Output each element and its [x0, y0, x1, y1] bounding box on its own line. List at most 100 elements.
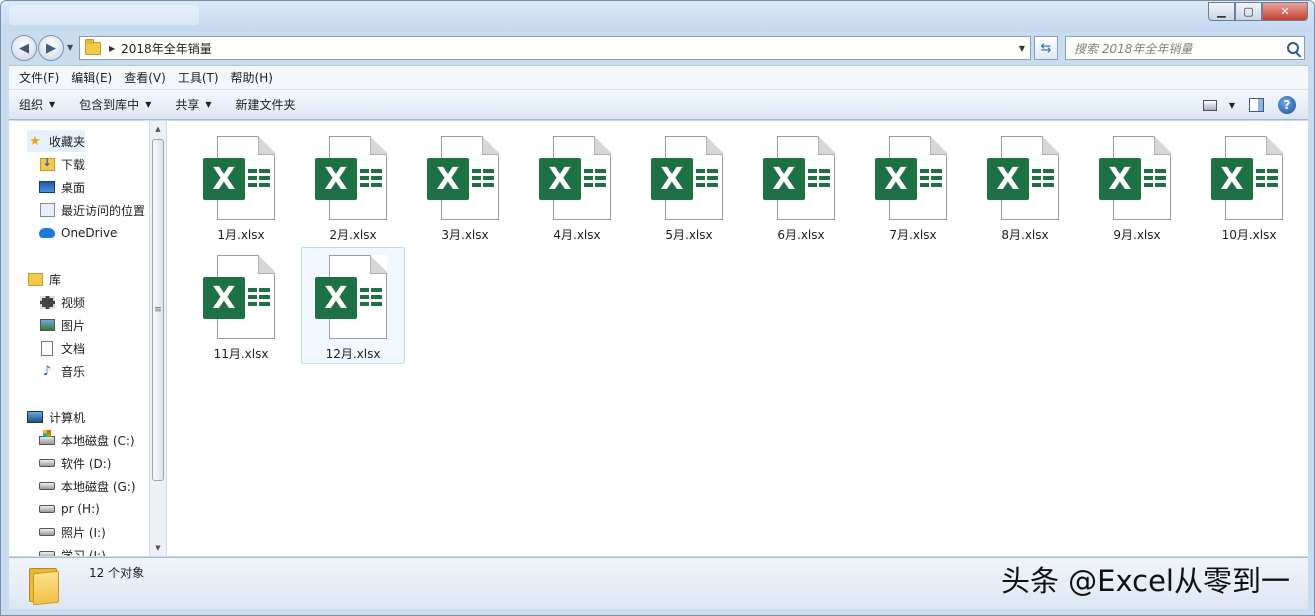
scrollbar-thumb[interactable]: ≡	[152, 139, 164, 481]
nav-downloads[interactable]: 下载	[39, 153, 85, 175]
file-name: 3月.xlsx	[441, 228, 489, 242]
back-button[interactable]: ◀	[11, 35, 37, 61]
computer-icon	[27, 409, 43, 425]
file-item[interactable]: X 6月.xlsx	[749, 128, 853, 245]
excel-badge: X	[427, 158, 469, 200]
file-name: 1月.xlsx	[217, 228, 265, 242]
excel-file-icon: X	[1099, 136, 1175, 220]
excel-badge: X	[987, 158, 1029, 200]
caret-down-icon: ▼	[49, 100, 56, 109]
system-drive-icon	[39, 429, 55, 448]
nav-drive-c[interactable]: 本地磁盘 (C:)	[39, 429, 135, 451]
nav-onedrive[interactable]: OneDrive	[39, 222, 117, 244]
file-item[interactable]: X 8月.xlsx	[973, 128, 1077, 245]
search-icon[interactable]	[1287, 42, 1299, 54]
file-item[interactable]: X 11月.xlsx	[189, 247, 293, 364]
nav-drive-h[interactable]: pr (H:)	[39, 498, 100, 520]
excel-file-icon: X	[203, 136, 279, 220]
window-controls: ▁ ▢ ✕	[1208, 2, 1308, 21]
nav-drive-i[interactable]: 照片 (I:)	[39, 521, 106, 543]
excel-file-icon: X	[427, 136, 503, 220]
view-icon	[1202, 99, 1217, 111]
folder-icon	[85, 38, 101, 55]
excel-badge: X	[875, 158, 917, 200]
nav-computer[interactable]: 计算机	[27, 406, 85, 428]
nav-pictures[interactable]: 图片	[39, 314, 85, 336]
title-bar: ▁ ▢ ✕	[1, 1, 1314, 31]
excel-file-icon: X	[315, 136, 391, 220]
nav-drive-d[interactable]: 软件 (D:)	[39, 452, 111, 474]
nav-drive-j[interactable]: 学习 (J:)	[39, 544, 106, 556]
nav-recent-places[interactable]: 最近访问的位置	[39, 199, 145, 221]
address-bar[interactable]: ▶ 2018年全年销量 ▼	[79, 36, 1031, 60]
scroll-up-icon[interactable]: ▲	[150, 121, 166, 137]
excel-file-icon: X	[1211, 136, 1287, 220]
help-icon[interactable]: ?	[1278, 96, 1296, 114]
nav-videos[interactable]: 视频	[39, 291, 85, 313]
menu-edit[interactable]: 编辑(E)	[65, 69, 118, 86]
breadcrumb-chevron-icon[interactable]: ▶	[109, 44, 115, 53]
scroll-down-icon[interactable]: ▼	[150, 540, 166, 556]
nav-documents[interactable]: 文档	[39, 337, 85, 359]
nav-desktop[interactable]: 桌面	[39, 176, 85, 198]
change-view-button[interactable]: ▼	[1202, 99, 1235, 111]
breadcrumb[interactable]: 2018年全年销量	[121, 40, 212, 57]
file-item[interactable]: X 12月.xlsx	[301, 247, 405, 364]
nav-music[interactable]: ♪ 音乐	[39, 360, 85, 382]
video-icon	[39, 294, 55, 310]
address-dropdown-icon[interactable]: ▼	[1014, 44, 1030, 53]
file-item[interactable]: X 2月.xlsx	[301, 128, 405, 245]
picture-icon	[39, 317, 55, 333]
nav-pictures-label: 图片	[61, 318, 86, 333]
status-bar: 12 个对象 头条 @Excel从零到一	[9, 557, 1308, 609]
arrow-left-icon: ◀	[19, 40, 29, 56]
nav-drive-j-label: 学习 (J:)	[61, 548, 106, 557]
menu-file[interactable]: 文件(F)	[13, 69, 65, 86]
watermark: 头条 @Excel从零到一	[1000, 564, 1290, 598]
file-item[interactable]: X 3月.xlsx	[413, 128, 517, 245]
file-item[interactable]: X 10月.xlsx	[1197, 128, 1301, 245]
minimize-button[interactable]: ▁	[1208, 2, 1235, 21]
refresh-button[interactable]: ⇆	[1034, 36, 1058, 60]
search-input[interactable]: 搜索 2018年全年销量	[1065, 36, 1305, 60]
nav-libraries[interactable]: 库	[27, 268, 61, 290]
file-item[interactable]: X 4月.xlsx	[525, 128, 629, 245]
nav-videos-label: 视频	[61, 295, 86, 310]
nav-drive-h-label: pr (H:)	[61, 502, 100, 516]
file-item[interactable]: X 9月.xlsx	[1085, 128, 1189, 245]
command-bar-right: ▼ ?	[1202, 96, 1296, 114]
include-in-library-button[interactable]: 包含到库中 ▼	[79, 96, 151, 113]
excel-badge: X	[1099, 158, 1141, 200]
library-icon	[27, 271, 43, 287]
nav-drive-d-label: 软件 (D:)	[61, 456, 112, 471]
menu-view[interactable]: 查看(V)	[118, 69, 172, 86]
nav-favorites[interactable]: ★ 收藏夹	[27, 130, 86, 152]
organize-button[interactable]: 组织 ▼	[19, 96, 55, 113]
forward-button[interactable]: ▶	[38, 35, 64, 61]
history-dropdown-icon[interactable]: ▼	[67, 43, 73, 52]
preview-pane-icon[interactable]	[1249, 98, 1264, 112]
command-bar: 组织 ▼ 包含到库中 ▼ 共享 ▼ 新建文件夹 ▼ ?	[9, 89, 1308, 120]
excel-file-icon: X	[203, 255, 279, 339]
excel-file-icon: X	[539, 136, 615, 220]
excel-badge: X	[539, 158, 581, 200]
file-item[interactable]: X 7月.xlsx	[861, 128, 965, 245]
nav-downloads-label: 下载	[61, 157, 86, 172]
file-item[interactable]: X 1月.xlsx	[189, 128, 293, 245]
nav-music-label: 音乐	[61, 364, 86, 379]
include-in-library-label: 包含到库中	[79, 98, 140, 112]
organize-label: 组织	[19, 98, 44, 112]
share-button[interactable]: 共享 ▼	[175, 96, 211, 113]
file-item[interactable]: X 5月.xlsx	[637, 128, 741, 245]
menu-help[interactable]: 帮助(H)	[225, 69, 279, 86]
new-folder-button[interactable]: 新建文件夹	[236, 96, 296, 113]
nav-scrollbar[interactable]: ▲ ≡ ▼	[149, 121, 166, 556]
maximize-button[interactable]: ▢	[1235, 2, 1262, 21]
close-button[interactable]: ✕	[1262, 2, 1308, 21]
menu-tools[interactable]: 工具(T)	[172, 69, 225, 86]
caret-down-icon: ▼	[205, 100, 212, 109]
file-name: 5月.xlsx	[665, 228, 713, 242]
nav-drive-g[interactable]: 本地磁盘 (G:)	[39, 475, 136, 497]
excel-badge: X	[315, 277, 357, 319]
file-name: 4月.xlsx	[553, 228, 601, 242]
